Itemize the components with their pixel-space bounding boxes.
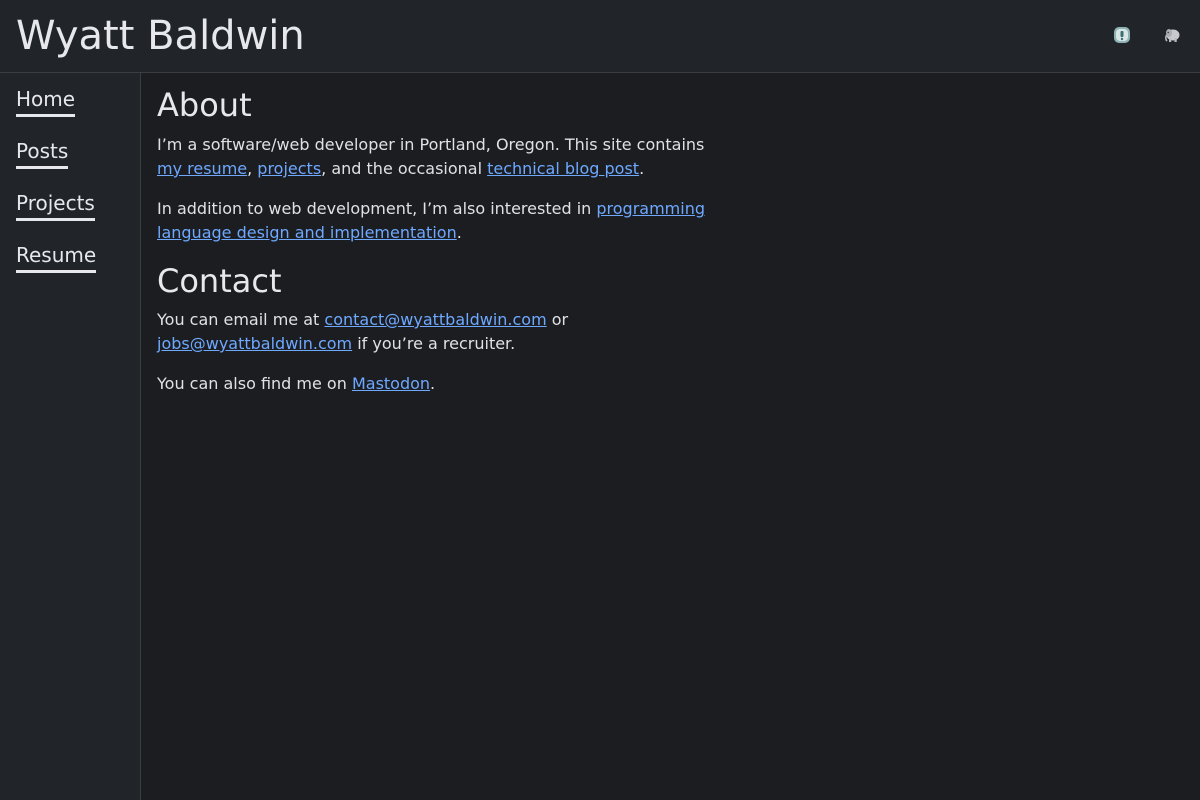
sidebar-nav [0, 73, 141, 800]
about-p2-text-2: . [456, 223, 462, 242]
about-p1-text-1: I’m a software/web developer in Portland… [157, 135, 705, 154]
contact-paragraph-2: You can also find me on Mastodon. [157, 372, 717, 396]
mastodon-link[interactable]: Mastodon [352, 374, 430, 393]
contact-p2-text-2: . [430, 374, 436, 393]
about-paragraph-1: I’m a software/web developer in Portland… [157, 133, 717, 181]
projects-link[interactable]: projects [257, 159, 321, 178]
jobs-email-link[interactable]: jobs@wyattbaldwin.com [157, 334, 352, 353]
contact-p1-text-3: if you’re a recruiter. [352, 334, 516, 353]
contact-paragraph-1: You can email me at contact@wyattbaldwin… [157, 308, 717, 356]
site-title[interactable]: Wyatt Baldwin [16, 12, 305, 60]
about-p1-text-3: , and the occasional [321, 159, 488, 178]
about-p1-text-4: . [639, 159, 645, 178]
contact-p2-text-1: You can also find me on [157, 374, 352, 393]
blog-post-link[interactable]: technical blog post [487, 159, 639, 178]
sidebar-item-home[interactable]: Home [16, 86, 76, 117]
sidebar-item-projects[interactable]: Projects [16, 190, 95, 221]
contact-p1-text-1: You can email me at [157, 310, 325, 329]
main-content: About I’m a software/web developer in Po… [157, 84, 717, 396]
contact-heading: Contact [157, 262, 282, 300]
about-paragraph-2: In addition to web development, I’m also… [157, 197, 717, 245]
feed-icon[interactable] [1113, 26, 1131, 44]
sidebar-item-posts[interactable]: Posts [16, 138, 69, 169]
site-header: Wyatt Baldwin [0, 0, 1200, 73]
mastodon-icon[interactable] [1164, 26, 1182, 44]
contact-email-link[interactable]: contact@wyattbaldwin.com [324, 310, 546, 329]
contact-p1-text-2: or [546, 310, 569, 329]
about-p2-text-1: In addition to web development, I’m also… [157, 199, 597, 218]
resume-link[interactable]: my resume [157, 159, 247, 178]
about-heading: About [157, 86, 252, 124]
sidebar-item-resume[interactable]: Resume [16, 242, 97, 273]
about-p1-text-2: , [247, 159, 258, 178]
